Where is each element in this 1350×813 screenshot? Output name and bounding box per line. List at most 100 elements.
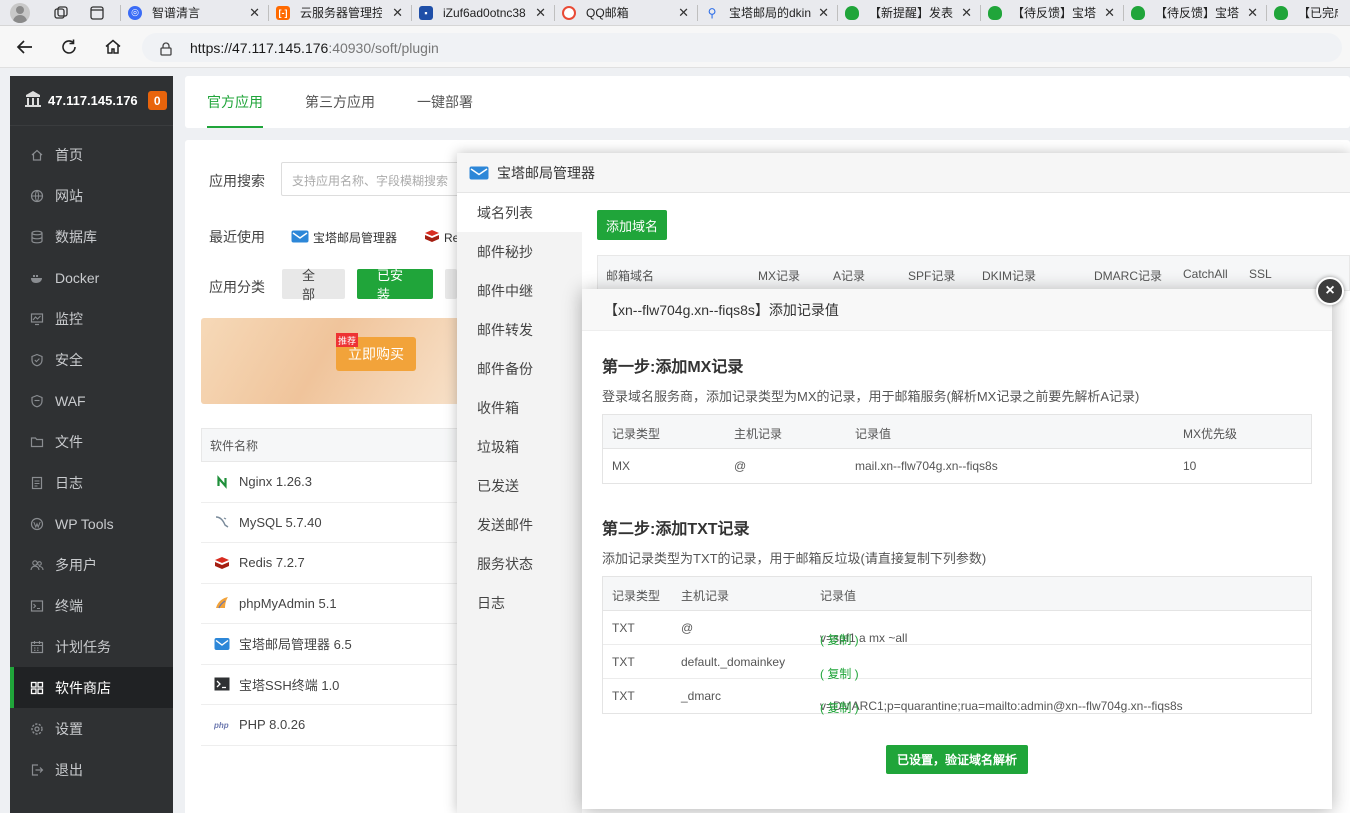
mail-menu-item[interactable]: 邮件中继 [457, 271, 582, 310]
sidebar-item-monitor[interactable]: 监控 [10, 298, 173, 339]
table-row[interactable]: php PHP 8.0.26 [201, 705, 471, 746]
sidebar-item-docker[interactable]: Docker [10, 257, 173, 298]
back-icon[interactable] [14, 36, 36, 58]
sidebar-item-log[interactable]: 日志 [10, 462, 173, 503]
column-header[interactable]: DKIM记录 [982, 267, 1036, 284]
close-tab-icon[interactable]: ✕ [392, 5, 403, 21]
table-row[interactable]: 宝塔SSH终端 1.0 [201, 665, 471, 705]
sidebar-item-wordpress[interactable]: WP Tools [10, 503, 173, 544]
mail-menu-item[interactable]: 邮件秘抄 [457, 232, 582, 271]
sidebar-item-home[interactable]: 首页 [10, 134, 173, 175]
mail-menu-item[interactable]: 日志 [457, 583, 582, 622]
column-header[interactable]: SSL [1249, 267, 1272, 281]
browser-tab[interactable]: ⚲ 宝塔邮局的dkin ✕ [697, 0, 837, 25]
browser-tab[interactable]: 【已完成 [1266, 0, 1346, 25]
sidebar-item-label: 终端 [55, 597, 83, 614]
table-row[interactable]: 宝塔邮局管理器 6.5 [201, 624, 471, 665]
app-search-input[interactable]: 支持应用名称、字段模糊搜索 [281, 162, 481, 196]
search-icon: ⚲ [707, 5, 717, 20]
mail-menu-item[interactable]: 已发送 [457, 466, 582, 505]
table-row[interactable]: Nginx 1.26.3 [201, 462, 471, 503]
domain-table-header: 邮箱域名 MX记录 A记录 SPF记录 DKIM记录 DMARC记录 CatchAll SSL [597, 255, 1350, 291]
column-header[interactable]: A记录 [833, 267, 865, 284]
sidebar-item-logout[interactable]: 退出 [10, 749, 173, 790]
workspaces-icon[interactable] [52, 4, 70, 22]
mail-menu-item[interactable]: 垃圾箱 [457, 427, 582, 466]
mail-menu-item[interactable]: 收件箱 [457, 388, 582, 427]
browser-tab[interactable]: ▪ iZuf6ad0otnc38 ✕ [411, 0, 554, 25]
category-all-button[interactable]: 全部 [282, 268, 345, 302]
close-tab-icon[interactable]: ✕ [818, 5, 829, 21]
close-tab-icon[interactable]: ✕ [678, 5, 689, 21]
verify-domain-button[interactable]: 已设置，验证域名解析 [886, 745, 1028, 774]
tab-favicon-icon: [-] [276, 5, 290, 20]
browser-tab[interactable]: QQ邮箱 ✕ [554, 0, 697, 25]
sidebar-item-gear[interactable]: 设置 [10, 708, 173, 749]
table-row[interactable]: MySQL 5.7.40 [201, 503, 471, 543]
sidebar-item-calendar[interactable]: 计划任务 [10, 626, 173, 667]
browser-tab[interactable]: 【新提醒】发表 ✕ [837, 0, 980, 25]
lock-icon[interactable] [160, 42, 172, 59]
recent-item-mail[interactable]: 宝塔邮局管理器 [291, 229, 397, 246]
close-tab-icon[interactable]: ✕ [535, 5, 546, 21]
tab-third-party-apps[interactable]: 第三方应用 [305, 76, 375, 128]
recent-label: 最近使用 [209, 229, 265, 245]
category-more-button[interactable] [445, 269, 457, 299]
close-tab-icon[interactable]: ✕ [1247, 5, 1258, 21]
nginx-icon [214, 474, 230, 490]
software-name: PHP 8.0.26 [239, 717, 306, 733]
sidebar-item-waf-shield[interactable]: WAF [10, 380, 173, 421]
column-header[interactable]: DMARC记录 [1094, 267, 1162, 284]
close-tab-icon[interactable]: ✕ [1104, 5, 1115, 21]
php-icon: php [214, 717, 230, 733]
tab-official-apps[interactable]: 官方应用 [207, 76, 263, 128]
table-row[interactable]: Redis 7.2.7 [201, 543, 471, 584]
software-table: 软件名称 Nginx 1.26.3 MySQL 5.7.40 Redis 7.2.7… [201, 428, 471, 746]
sidebar-item-globe[interactable]: 网站 [10, 175, 173, 216]
mail-menu-item[interactable]: 邮件备份 [457, 349, 582, 388]
record-value: v=DMARC1;p=quarantine;rua=mailto:admin@x… [820, 699, 1183, 713]
sidebar-item-folder[interactable]: 文件 [10, 421, 173, 462]
gear-icon [30, 722, 44, 736]
mail-menu-item[interactable]: 邮件转发 [457, 310, 582, 349]
sidebar-item-label: 日志 [55, 474, 83, 491]
browser-tab[interactable]: 【待反馈】宝塔 ✕ [980, 0, 1123, 25]
host-record: @ [681, 621, 694, 635]
close-tab-icon[interactable]: ✕ [249, 5, 260, 21]
vertical-tabs-icon[interactable] [88, 4, 106, 22]
table-row: MX @ mail.xn--flw704g.xn--fiqs8s 10 [603, 449, 1311, 483]
main-content: 官方应用 第三方应用 一键部署 应用搜索 支持应用名称、字段模糊搜索 最近使用 … [185, 76, 1350, 813]
column-header[interactable]: 邮箱域名 [606, 267, 654, 284]
terminal-icon [30, 599, 44, 613]
sidebar-item-label: 多用户 [55, 556, 97, 573]
recent-item-redis[interactable]: Re [424, 229, 459, 246]
category-installed-button[interactable]: 已安装 [357, 268, 433, 302]
copy-link[interactable]: ( 复制 ) [820, 699, 859, 716]
sidebar-item-terminal[interactable]: 终端 [10, 585, 173, 626]
home-icon[interactable] [102, 36, 124, 58]
browser-tab[interactable]: [-] 云服务器管理控 ✕ [268, 0, 411, 25]
close-dialog-icon[interactable]: × [1316, 277, 1344, 305]
tab-one-click-deploy[interactable]: 一键部署 [417, 76, 473, 128]
browser-tab[interactable]: 【待反馈】宝塔 ✕ [1123, 0, 1266, 25]
sidebar-item-users[interactable]: 多用户 [10, 544, 173, 585]
column-header[interactable]: SPF记录 [908, 267, 955, 284]
browser-tab[interactable]: ◎ 智谱清言 ✕ [120, 0, 268, 25]
monitor-icon [30, 312, 44, 326]
sidebar-item-shield[interactable]: 安全 [10, 339, 173, 380]
category-label: 应用分类 [209, 279, 265, 295]
notification-badge[interactable]: 0 [147, 91, 167, 110]
refresh-icon[interactable] [58, 36, 80, 58]
sidebar-item-grid[interactable]: 软件商店 [10, 667, 173, 708]
column-header[interactable]: MX记录 [758, 267, 800, 284]
close-tab-icon[interactable]: ✕ [961, 5, 972, 21]
profile-avatar-icon[interactable] [10, 2, 30, 23]
sidebar-item-database[interactable]: 数据库 [10, 216, 173, 257]
mail-menu-item[interactable]: 域名列表 [457, 193, 582, 232]
table-row[interactable]: phpMyAdmin 5.1 [201, 584, 471, 624]
mail-menu-item[interactable]: 发送邮件 [457, 505, 582, 544]
column-header[interactable]: CatchAll [1183, 267, 1228, 281]
sidebar-item-label: WP Tools [55, 515, 114, 532]
mail-menu-item[interactable]: 服务状态 [457, 544, 582, 583]
add-domain-button[interactable]: 添加域名 [597, 210, 667, 240]
